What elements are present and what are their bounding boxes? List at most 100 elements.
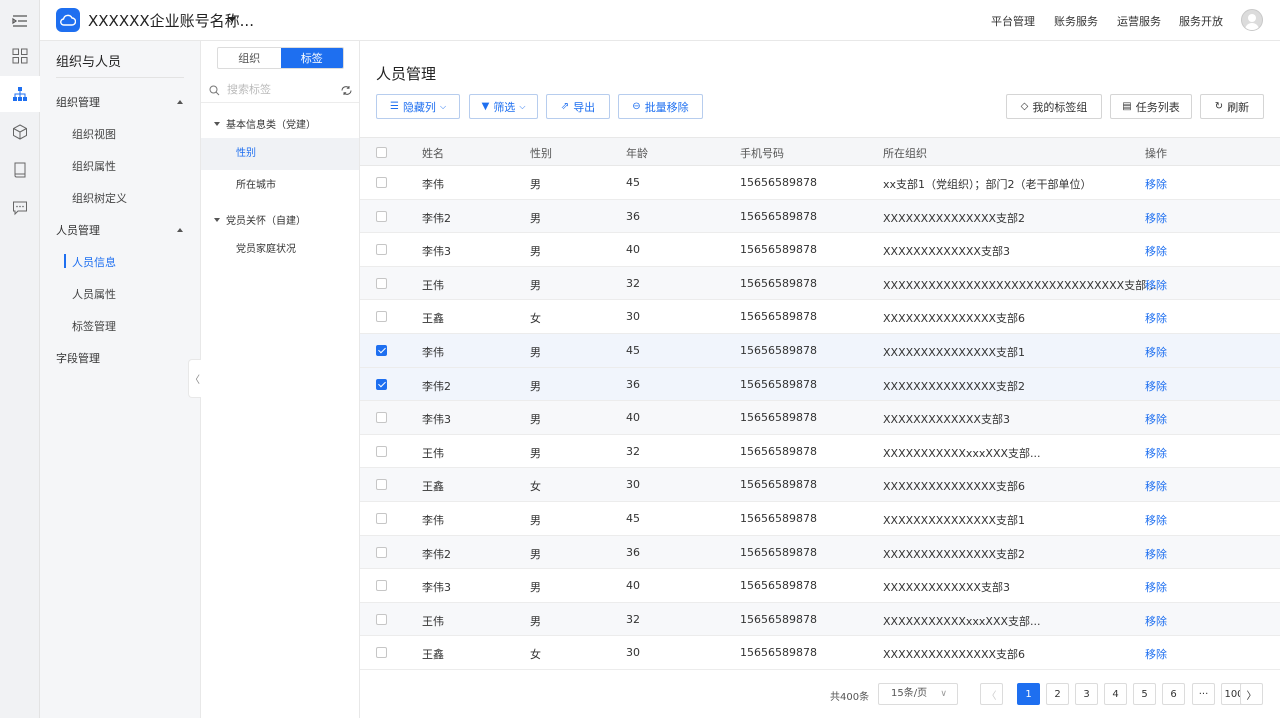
page-button-1[interactable]: 1 xyxy=(1017,683,1040,705)
sidebar-item-org-tree-def[interactable]: 组织树定义 xyxy=(72,190,127,206)
remove-link[interactable]: 移除 xyxy=(1145,176,1167,192)
refresh-button[interactable]: ↻ 刷新 xyxy=(1200,94,1264,119)
tab-org[interactable]: 组织 xyxy=(218,48,281,68)
remove-link[interactable]: 移除 xyxy=(1145,613,1167,629)
message-icon[interactable] xyxy=(0,190,40,226)
avatar[interactable] xyxy=(1241,9,1263,31)
remove-link[interactable]: 移除 xyxy=(1145,310,1167,326)
sidebar-group-fields[interactable]: 字段管理 xyxy=(56,350,100,366)
caret-up-icon[interactable] xyxy=(177,100,183,104)
tree-leaf-city[interactable]: 所在城市 xyxy=(201,170,359,202)
sidebar-item-people-info[interactable]: 人员信息 xyxy=(72,254,116,270)
filter-button[interactable]: ▼ 筛选 ⌵ xyxy=(469,94,538,119)
remove-link[interactable]: 移除 xyxy=(1145,445,1167,461)
table-row[interactable]: 李伟3 男 40 15656589878 XXXXXXXXXXXXX支部3 移除 xyxy=(360,401,1280,435)
nav-open-service[interactable]: 服务开放 xyxy=(1179,13,1223,29)
remove-link[interactable]: 移除 xyxy=(1145,579,1167,595)
remove-link[interactable]: 移除 xyxy=(1145,210,1167,226)
column-header-name[interactable]: 姓名 xyxy=(422,145,444,161)
column-header-age[interactable]: 年龄 xyxy=(626,145,648,161)
row-checkbox[interactable] xyxy=(376,445,387,457)
remove-link[interactable]: 移除 xyxy=(1145,344,1167,360)
page-size-select[interactable]: 15条/页 ∨ xyxy=(878,683,958,705)
page-button-4[interactable]: 4 xyxy=(1104,683,1127,705)
my-tag-groups-button[interactable]: ◇ 我的标签组 xyxy=(1006,94,1102,119)
remove-link[interactable]: 移除 xyxy=(1145,411,1167,427)
row-checkbox[interactable] xyxy=(376,244,387,256)
remove-link[interactable]: 移除 xyxy=(1145,277,1167,293)
row-checkbox[interactable] xyxy=(376,613,387,625)
nav-operations[interactable]: 运营服务 xyxy=(1117,13,1161,29)
grid-apps-icon[interactable] xyxy=(0,38,40,74)
sidebar-group-people[interactable]: 人员管理 xyxy=(56,222,100,238)
table-row[interactable]: 李伟2 男 36 15656589878 XXXXXXXXXXXXXXX支部2 移除 xyxy=(360,367,1280,402)
row-checkbox[interactable] xyxy=(376,546,387,558)
row-checkbox[interactable] xyxy=(376,311,387,323)
table-row[interactable]: 王伟 男 32 15656589878 XXXXXXXXXXXxxxXXX支部... 移除 xyxy=(360,602,1280,637)
hide-columns-button[interactable]: ☰ 隐藏列 ⌵ xyxy=(376,94,460,119)
tree-group-care[interactable]: 党员关怀（自建） xyxy=(214,212,306,227)
page-button-3[interactable]: 3 xyxy=(1075,683,1098,705)
tag-search-input[interactable] xyxy=(227,83,332,96)
remove-link[interactable]: 移除 xyxy=(1145,378,1167,394)
row-checkbox[interactable] xyxy=(376,177,387,188)
page-button-5[interactable]: 5 xyxy=(1133,683,1156,705)
row-checkbox[interactable] xyxy=(376,412,387,424)
remove-link[interactable]: 移除 xyxy=(1145,512,1167,528)
table-row[interactable]: 李伟2 男 36 15656589878 XXXXXXXXXXXXXXX支部2 移除 xyxy=(360,535,1280,570)
sidebar-group-org[interactable]: 组织管理 xyxy=(56,94,100,110)
row-checkbox[interactable] xyxy=(376,647,387,659)
menu-collapse-icon[interactable] xyxy=(0,3,40,39)
cube-icon[interactable] xyxy=(0,114,40,150)
caret-up-icon[interactable] xyxy=(177,228,183,232)
remove-link[interactable]: 移除 xyxy=(1145,546,1167,562)
column-header-phone[interactable]: 手机号码 xyxy=(740,145,784,161)
table-row[interactable]: 王鑫 女 30 15656589878 XXXXXXXXXXXXXXX支部6 移除 xyxy=(360,468,1280,502)
next-page-button[interactable]: 〉 xyxy=(1240,683,1263,705)
org-tree-icon[interactable] xyxy=(0,76,40,112)
batch-remove-button[interactable]: ⊖ 批量移除 xyxy=(618,94,703,119)
remove-link[interactable]: 移除 xyxy=(1145,646,1167,662)
table-row[interactable]: 李伟 男 45 15656589878 XXXXXXXXXXXXXXX支部1 移除 xyxy=(360,334,1280,368)
tree-group-basic[interactable]: 基本信息类（党建） xyxy=(214,116,316,131)
row-checkbox[interactable] xyxy=(376,513,387,524)
export-button[interactable]: ⇗ 导出 xyxy=(546,94,610,119)
row-checkbox[interactable] xyxy=(376,580,387,592)
row-checkbox[interactable] xyxy=(376,345,387,356)
table-row[interactable]: 李伟3 男 40 15656589878 XXXXXXXXXXXXX支部3 移除 xyxy=(360,569,1280,603)
row-checkbox[interactable] xyxy=(376,378,387,390)
tree-leaf-family[interactable]: 党员家庭状况 xyxy=(201,234,359,266)
tab-tags[interactable]: 标签 xyxy=(280,48,343,68)
prev-page-button[interactable]: 〈 xyxy=(980,683,1003,705)
select-all-checkbox[interactable] xyxy=(376,147,387,158)
collapse-handle[interactable]: 〈 xyxy=(188,359,201,398)
table-row[interactable]: 王伟 男 32 15656589878 XXXXXXXXXXXxxxXXX支部... 移除 xyxy=(360,435,1280,469)
row-checkbox[interactable] xyxy=(376,210,387,222)
table-row[interactable]: 李伟 男 45 15656589878 XXXXXXXXXXXXXXX支部1 移除 xyxy=(360,502,1280,536)
row-checkbox[interactable] xyxy=(376,277,387,289)
table-row[interactable]: 王鑫 女 30 15656589878 XXXXXXXXXXXXXXX支部6 移除 xyxy=(360,636,1280,670)
sidebar-item-org-attr[interactable]: 组织属性 xyxy=(72,158,116,174)
sidebar-item-tag-manage[interactable]: 标签管理 xyxy=(72,318,116,334)
caret-down-icon[interactable] xyxy=(228,17,236,22)
remove-link[interactable]: 移除 xyxy=(1145,243,1167,259)
page-button-6[interactable]: 6 xyxy=(1162,683,1185,705)
book-icon[interactable] xyxy=(0,152,40,188)
column-header-org[interactable]: 所在组织 xyxy=(883,145,927,161)
refresh-link-icon[interactable] xyxy=(341,85,352,96)
table-row[interactable]: 李伟2 男 36 15656589878 XXXXXXXXXXXXXXX支部2 移除 xyxy=(360,199,1280,234)
table-row[interactable]: 李伟3 男 40 15656589878 XXXXXXXXXXXXX支部3 移除 xyxy=(360,233,1280,267)
row-checkbox[interactable] xyxy=(376,479,387,491)
task-list-button[interactable]: ▤ 任务列表 xyxy=(1110,94,1192,119)
column-header-gender[interactable]: 性别 xyxy=(530,145,552,161)
page-ellipsis[interactable]: ··· xyxy=(1192,683,1215,705)
sidebar-item-org-view[interactable]: 组织视图 xyxy=(72,126,116,142)
table-row[interactable]: 王鑫 女 30 15656589878 XXXXXXXXXXXXXXX支部6 移除 xyxy=(360,300,1280,334)
table-row[interactable]: 王伟 男 32 15656589878 XXXXXXXXXXXXXXXXXXXXXXXX… xyxy=(360,266,1280,301)
sidebar-item-people-attr[interactable]: 人员属性 xyxy=(72,286,116,302)
table-row[interactable]: 李伟 男 45 15656589878 xx支部1（党组织）；部门2（老干部单位） 移除 xyxy=(360,166,1280,200)
remove-link[interactable]: 移除 xyxy=(1145,478,1167,494)
tree-leaf-gender[interactable]: 性别 xyxy=(201,138,359,170)
page-button-2[interactable]: 2 xyxy=(1046,683,1069,705)
nav-platform[interactable]: 平台管理 xyxy=(991,13,1035,29)
